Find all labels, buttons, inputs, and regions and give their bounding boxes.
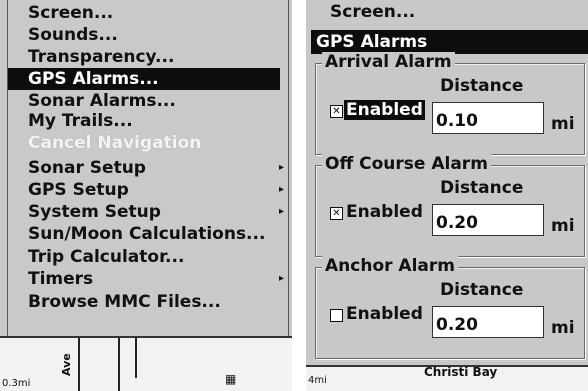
menu-item-gps-alarms[interactable]: GPS Alarms... [8, 68, 280, 90]
alarm-group-title: Off Course Alarm [322, 154, 491, 174]
road-line [118, 338, 120, 391]
menu-item-label: Transparency... [28, 47, 175, 67]
alarm-group-title: Arrival Alarm [322, 52, 455, 72]
menu-item-screen[interactable]: Screen... [330, 2, 415, 22]
enabled-checkbox[interactable]: ✕ [330, 207, 343, 220]
menu-item-gps-setup[interactable]: GPS Setup ▸ [8, 179, 284, 201]
map-marker-icon: ▦ [225, 372, 237, 386]
distance-label: Distance [440, 178, 524, 198]
menu-item-label: Timers [28, 269, 94, 289]
menu-item-browse-mmc[interactable]: Browse MMC Files... [8, 291, 280, 313]
menu-item-sun-moon[interactable]: Sun/Moon Calculations... [8, 223, 280, 245]
menu-item-label: GPS Alarms... [28, 69, 159, 89]
map-scale: 0.3mi [2, 378, 31, 389]
distance-label: Distance [440, 280, 524, 300]
menu-item-label: Browse MMC Files... [28, 292, 221, 312]
map-label: Christi Bay [424, 365, 498, 379]
menu-item-label: Sun/Moon Calculations... [28, 224, 266, 244]
right-screen: Screen... GPS Alarms Arrival Alarm Dista… [306, 0, 588, 391]
map-strip: Ave 0.3mi ▦ [0, 336, 292, 391]
menu-item-trip-calculator[interactable]: Trip Calculator... [8, 246, 280, 268]
menu-item-timers[interactable]: Timers ▸ [8, 268, 284, 290]
unit-label: mi [551, 114, 575, 134]
menu-item-my-trails[interactable]: My Trails... [8, 110, 280, 132]
submenu-arrow-icon: ▸ [278, 206, 284, 217]
menu-item-label: My Trails... [28, 111, 133, 131]
menu-item-screen[interactable]: Screen... [8, 2, 280, 24]
enabled-label[interactable]: Enabled [344, 304, 425, 324]
off-course-alarm-group: Off Course Alarm Distance ✕ Enabled 0.20… [315, 154, 585, 257]
map-strip: 4mi Christi Bay [306, 365, 588, 391]
menu-item-label: Screen... [28, 3, 114, 23]
enabled-label[interactable]: Enabled [344, 202, 425, 222]
road-line [78, 338, 80, 391]
road-line [135, 338, 137, 378]
map-scale: 4mi [308, 375, 327, 386]
menu-item-system-setup[interactable]: System Setup ▸ [8, 201, 284, 223]
alarm-group-title: Anchor Alarm [322, 256, 458, 276]
enabled-checkbox[interactable] [330, 309, 343, 322]
distance-label: Distance [440, 76, 524, 96]
menu-item-label: Sounds... [28, 25, 118, 45]
menu-item-label: Sonar Alarms... [28, 91, 176, 111]
menu-item-sounds[interactable]: Sounds... [8, 24, 280, 46]
menu-item-label: GPS Setup [28, 180, 129, 200]
distance-input[interactable]: 0.20 [432, 306, 544, 338]
arrival-alarm-group: Arrival Alarm Distance ✕ Enabled 0.10 mi [315, 52, 585, 155]
submenu-arrow-icon: ▸ [278, 273, 284, 284]
setup-menu: Screen... Sounds... Transparency... GPS … [7, 0, 289, 336]
enabled-label[interactable]: Enabled [344, 100, 425, 120]
menu-item-label: System Setup [28, 202, 161, 222]
left-screen: Screen... Sounds... Transparency... GPS … [0, 0, 292, 391]
submenu-arrow-icon: ▸ [278, 184, 284, 195]
enabled-checkbox[interactable]: ✕ [330, 105, 343, 118]
menu-item-label: Trip Calculator... [28, 247, 185, 267]
submenu-arrow-icon: ▸ [278, 162, 284, 173]
distance-input[interactable]: 0.10 [432, 102, 544, 134]
gps-alarms-panel: Arrival Alarm Distance ✕ Enabled 0.10 mi… [311, 52, 588, 365]
menu-item-sonar-alarms[interactable]: Sonar Alarms... [8, 90, 280, 112]
road-label: Ave [60, 353, 73, 376]
dialog-title: GPS Alarms [311, 30, 588, 54]
distance-input[interactable]: 0.20 [432, 204, 544, 236]
anchor-alarm-group: Anchor Alarm Distance Enabled 0.20 mi [315, 256, 585, 359]
menu-item-label: Sonar Setup [28, 158, 146, 178]
menu-item-sonar-setup[interactable]: Sonar Setup ▸ [8, 157, 284, 179]
unit-label: mi [551, 318, 575, 338]
unit-label: mi [551, 216, 575, 236]
menu-item-transparency[interactable]: Transparency... [8, 46, 280, 68]
menu-item-label: Cancel Navigation [28, 133, 202, 153]
menu-item-cancel-navigation: Cancel Navigation [8, 132, 280, 154]
